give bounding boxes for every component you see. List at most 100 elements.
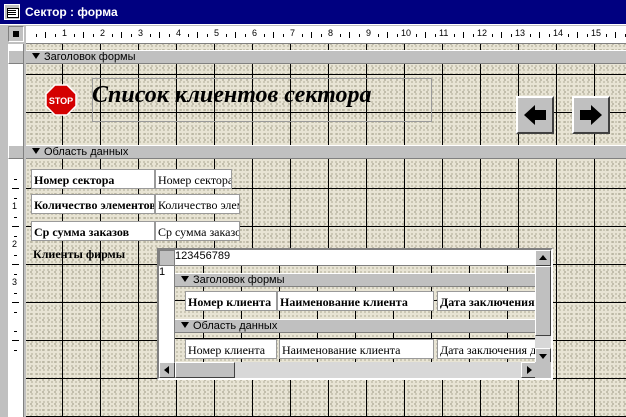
section-label: Область данных — [44, 146, 129, 158]
ruler-tick — [349, 32, 350, 38]
section-label: Заголовок формы — [44, 51, 136, 63]
ruler-tick — [207, 34, 208, 37]
ruler-tick — [454, 34, 455, 37]
ruler-tick — [12, 226, 19, 227]
label-element-count[interactable]: Количество элементов — [31, 194, 155, 214]
ruler-tick — [12, 188, 19, 189]
ruler-tick — [359, 34, 360, 37]
field-element-count[interactable]: Количество элементов — [155, 194, 240, 214]
ruler-tick — [340, 34, 341, 37]
ruler-tick — [235, 32, 236, 38]
window-title-bar[interactable]: Сектор : форма — [0, 0, 626, 24]
label-avg-order-sum[interactable]: Ср сумма заказов — [31, 221, 155, 241]
ruler-number: 1 — [12, 201, 18, 211]
ruler-tick — [55, 34, 56, 37]
ruler-tick — [14, 198, 17, 199]
ruler-tick — [159, 32, 160, 38]
chevron-up-icon — [539, 255, 547, 260]
ruler-number: 14 — [553, 28, 564, 38]
subform-col-client-name[interactable]: Наименование клиента — [277, 291, 434, 311]
section-marker[interactable] — [8, 145, 23, 159]
subform-vertical-scrollbar[interactable] — [535, 250, 551, 364]
ruler-tick — [283, 34, 284, 37]
ruler-tick — [169, 34, 170, 37]
ruler-tick — [14, 274, 17, 275]
stop-icon[interactable]: STOP — [45, 84, 77, 116]
subform-col-client-number[interactable]: Номер клиента — [185, 291, 277, 311]
subform-horizontal-scrollbar[interactable] — [159, 362, 537, 378]
clients-subform[interactable]: 123456789 1 Заголовок формы Номер клиент… — [157, 248, 553, 380]
chevron-left-icon — [164, 366, 169, 374]
chevron-down-icon — [539, 354, 547, 359]
ruler-tick — [387, 32, 388, 38]
subform-section-bar-detail[interactable]: Область данных — [175, 319, 539, 333]
subform-horizontal-ruler[interactable]: 123456789 — [175, 250, 551, 266]
ruler-tick — [397, 34, 398, 37]
form-title[interactable]: Список клиентов сектора — [92, 82, 371, 109]
ruler-tick — [14, 255, 17, 256]
subform-canvas[interactable]: Заголовок формы Номер клиента Наименован… — [175, 266, 539, 364]
ruler-tick — [131, 34, 132, 37]
ruler-tick — [273, 32, 274, 38]
horizontal-scroll-thumb[interactable] — [175, 362, 235, 378]
label-firm-clients[interactable]: Клиенты фирмы — [31, 244, 155, 264]
subform-col-contract-date[interactable]: Дата заключения — [437, 291, 539, 311]
ruler-tick — [93, 34, 94, 37]
ruler-tick — [226, 34, 227, 37]
next-record-button[interactable] — [572, 96, 610, 134]
ruler-tick — [321, 34, 322, 37]
form-icon — [4, 4, 20, 20]
ruler-tick — [14, 179, 17, 180]
ruler-tick — [530, 34, 531, 37]
ruler-tick — [150, 34, 151, 37]
ruler-tick — [14, 331, 17, 332]
prev-record-button[interactable] — [516, 96, 554, 134]
field-avg-order-sum[interactable]: Ср сумма заказов — [155, 221, 240, 241]
ruler-tick — [12, 340, 19, 341]
ruler-tick — [463, 32, 464, 38]
subform-section-bar-header[interactable]: Заголовок формы — [175, 273, 539, 287]
ruler-tick — [425, 32, 426, 38]
ruler-tick — [615, 32, 616, 38]
subform-field-client-number[interactable]: Номер клиента — [185, 339, 277, 359]
section-label: Область данных — [193, 320, 278, 332]
ruler-number: 5 — [214, 28, 220, 38]
vertical-scroll-thumb[interactable] — [535, 266, 551, 336]
ruler-tick — [74, 34, 75, 37]
ruler-number: 15 — [591, 28, 602, 38]
ruler-tick — [302, 34, 303, 37]
scrollbar-corner — [535, 362, 551, 378]
ruler-number: 3 — [138, 28, 144, 38]
scroll-up-button[interactable] — [535, 250, 551, 266]
ruler-number: 1 — [62, 28, 68, 38]
field-sector-number[interactable]: Номер сектора — [155, 169, 232, 189]
section-marker[interactable] — [8, 50, 23, 64]
section-arrow-icon — [181, 322, 189, 330]
ruler-number: 10 — [401, 28, 412, 38]
scroll-left-button[interactable] — [159, 362, 175, 378]
ruler-tick — [606, 34, 607, 37]
section-bar-detail[interactable]: Область данных — [26, 145, 626, 159]
design-canvas[interactable]: Заголовок формы STOP Список клиентов сек… — [26, 44, 626, 417]
ruler-tick — [12, 264, 19, 265]
ruler-tick — [539, 32, 540, 38]
ruler-tick — [14, 217, 17, 218]
subform-field-client-name[interactable]: Наименование клиента — [279, 339, 434, 359]
section-arrow-icon — [181, 276, 189, 284]
form-selector[interactable] — [8, 26, 24, 42]
section-bar-header[interactable]: Заголовок формы — [26, 50, 626, 64]
ruler-tick — [14, 350, 17, 351]
ruler-tick — [245, 34, 246, 37]
ruler-tick — [14, 312, 17, 313]
subform-field-contract-date[interactable]: Дата заключения договора — [437, 339, 539, 359]
label-sector-number[interactable]: Номер сектора — [31, 169, 155, 189]
ruler-number: 7 — [290, 28, 296, 38]
arrow-left-icon — [524, 105, 546, 125]
subform-selector[interactable] — [159, 250, 175, 266]
horizontal-ruler[interactable]: 1 2 3 4 5 6 7 8 9 10 11 12 13 14 15 — [26, 26, 626, 44]
subform-vertical-ruler[interactable]: 1 — [159, 266, 175, 364]
vertical-ruler[interactable]: 1 2 3 — [8, 44, 24, 417]
ruler-tick — [264, 34, 265, 37]
ruler-tick — [568, 34, 569, 37]
ruler-number: 12 — [477, 28, 488, 38]
